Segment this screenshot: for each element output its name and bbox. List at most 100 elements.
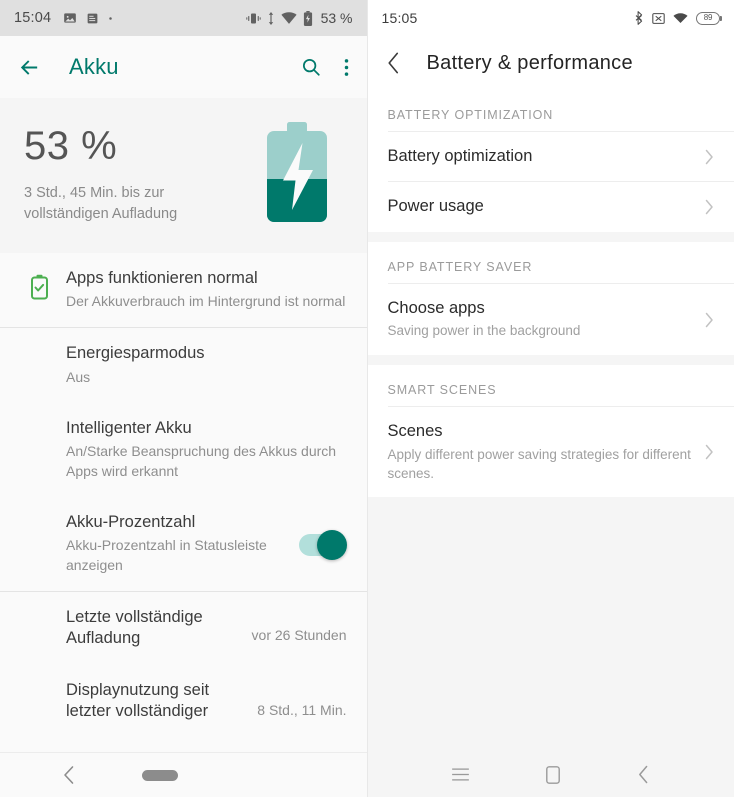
list-item[interactable]: Apps funktionieren normal Der Akkuverbra…	[0, 253, 367, 327]
row-body: Power usage	[388, 196, 692, 217]
dual-screenshot-container: 15:04 53 % Akku 53 % 3 Std., 45 Min. bis…	[0, 0, 734, 797]
bluetooth-icon	[635, 11, 643, 25]
settings-item-choose-apps[interactable]: Choose apps Saving power in the backgrou…	[367, 283, 734, 356]
battery-percent-toggle[interactable]	[298, 529, 347, 560]
row-title: Intelligenter Akku	[66, 418, 192, 437]
left-status-bar: 15:04 53 %	[0, 0, 367, 36]
no-sim-icon	[652, 12, 665, 24]
list-item[interactable]: Displaynutzung seit letzter vollständige…	[0, 665, 367, 738]
battery-ok-icon	[30, 274, 48, 300]
left-navigation-bar	[0, 752, 367, 797]
row-body: Energiesparmodus Aus	[66, 343, 347, 387]
section-gap	[367, 231, 734, 242]
right-status-bar: 15:05 89	[367, 0, 734, 36]
more-vert-icon[interactable]	[344, 57, 349, 78]
battery-icon: 89	[696, 11, 722, 25]
status-battery-percent: 53 %	[320, 10, 353, 26]
row-title: Akku-Prozentzahl	[66, 512, 196, 531]
row-subtitle: Aus	[66, 368, 91, 385]
settings-content: BATTERY OPTIMIZATION Battery optimizatio…	[367, 90, 734, 752]
section-battery-optimization: BATTERY OPTIMIZATION Battery optimizatio…	[367, 90, 734, 232]
battery-hero-text: 53 % 3 Std., 45 Min. bis zur vollständig…	[24, 116, 224, 225]
image-icon	[64, 13, 77, 23]
row-leading-icon	[12, 268, 66, 300]
right-app-bar: Battery & performance	[367, 36, 734, 90]
battery-charging-large-icon	[261, 122, 333, 227]
section-gap	[367, 355, 734, 366]
chevron-right-icon	[705, 199, 713, 215]
chevron-right-icon	[705, 445, 713, 460]
app-bar-actions	[300, 56, 349, 78]
row-subtitle: Akku-Prozentzahl in Statusleiste anzeige…	[66, 537, 267, 574]
battery-charge-estimate: 3 Std., 45 Min. bis zur vollständigen Au…	[24, 185, 178, 223]
battery-level-text: 89	[703, 13, 713, 22]
row-subtitle: Der Akkuverbrauch im Hintergrund ist nor…	[66, 293, 346, 310]
chevron-right-icon	[705, 149, 713, 164]
row-title: Choose apps	[387, 298, 485, 317]
row-title: Energiesparmodus	[66, 344, 205, 363]
row-subtitle: Saving power in the background	[387, 323, 581, 339]
row-body: Intelligenter Akku An/Starke Beanspruchu…	[66, 418, 347, 482]
row-leading-spacer	[12, 343, 66, 349]
home-square-icon[interactable]	[545, 765, 560, 784]
status-time: 15:04	[14, 10, 52, 26]
row-leading-spacer	[12, 512, 66, 518]
home-pill-icon[interactable]	[142, 769, 178, 781]
search-icon[interactable]	[300, 56, 322, 78]
row-body: Apps funktionieren normal Der Akkuverbra…	[66, 268, 347, 312]
status-system-icons: 53 %	[245, 10, 353, 26]
row-body: Scenes Apply different power saving stra…	[388, 421, 692, 483]
battery-hero-panel: 53 % 3 Std., 45 Min. bis zur vollständig…	[0, 98, 367, 253]
section-header: APP BATTERY SAVER	[367, 241, 734, 283]
section-app-battery-saver: APP BATTERY SAVER Choose apps Saving pow…	[367, 241, 734, 356]
row-title: Scenes	[387, 422, 443, 441]
row-body: Akku-Prozentzahl Akku-Prozentzahl in Sta…	[66, 512, 287, 576]
row-leading-spacer	[12, 680, 66, 686]
row-body: Letzte vollständige Aufladung	[66, 607, 240, 650]
list-item[interactable]: Intelligenter Akku An/Starke Beanspruchu…	[0, 403, 367, 497]
right-navigation-bar	[367, 752, 734, 797]
battery-percent-large: 53 %	[24, 124, 118, 168]
row-title: Battery optimization	[387, 147, 533, 165]
section-header: BATTERY OPTIMIZATION	[367, 90, 734, 131]
chevron-back-icon[interactable]	[62, 765, 76, 785]
row-value: 8 Std., 11 Min.	[257, 701, 347, 718]
left-app-bar: Akku	[0, 36, 367, 98]
dot-icon	[109, 16, 113, 20]
right-phone-screen: 15:05 89 Battery & performance BATTERY O…	[367, 0, 734, 797]
wifi-icon	[673, 13, 688, 23]
left-phone-screen: 15:04 53 % Akku 53 % 3 Std., 45 Min. bis…	[0, 0, 367, 797]
status-system-icons: 89	[635, 11, 722, 25]
status-notification-icons	[63, 11, 113, 25]
row-title: Power usage	[387, 197, 484, 216]
list-item[interactable]: Energiesparmodus Aus	[0, 328, 367, 402]
page-title: Battery & performance	[426, 51, 633, 74]
list-item[interactable]: Akku-Prozentzahl Akku-Prozentzahl in Sta…	[0, 497, 367, 591]
status-time: 15:05	[381, 10, 418, 26]
row-body: Battery optimization	[388, 146, 692, 167]
battery-charging-icon	[303, 10, 312, 26]
chevron-back-icon[interactable]	[637, 765, 650, 784]
row-leading-spacer	[12, 418, 66, 424]
menu-icon[interactable]	[452, 768, 469, 781]
settings-item-scenes[interactable]: Scenes Apply different power saving stra…	[367, 407, 734, 498]
row-title: Apps funktionieren normal	[66, 269, 258, 287]
settings-item-battery-optimization[interactable]: Battery optimization	[367, 132, 734, 182]
list-item[interactable]: Letzte vollständige Aufladung vor 26 Stu…	[0, 592, 367, 665]
section-header: SMART SCENES	[367, 365, 734, 407]
wifi-icon	[280, 11, 297, 24]
row-subtitle: Apply different power saving strategies …	[387, 446, 691, 481]
toggle-knob	[316, 529, 347, 560]
section-smart-scenes: SMART SCENES Scenes Apply different powe…	[367, 365, 734, 498]
row-title: Displaynutzung seit letzter vollständige…	[66, 680, 210, 721]
vibrate-icon	[245, 13, 261, 23]
row-value: vor 26 Stunden	[251, 627, 347, 643]
settings-item-power-usage[interactable]: Power usage	[367, 182, 734, 232]
row-body: Displaynutzung seit letzter vollständige…	[66, 680, 245, 723]
chevron-back-icon[interactable]	[386, 51, 401, 75]
row-title: Letzte vollständige Aufladung	[66, 608, 203, 648]
battery-settings-list: Apps funktionieren normal Der Akkuverbra…	[0, 253, 367, 752]
arrow-back-icon[interactable]	[18, 56, 41, 79]
row-subtitle: An/Starke Beanspruchung des Akkus durch …	[66, 443, 337, 479]
chevron-right-icon	[705, 312, 713, 327]
